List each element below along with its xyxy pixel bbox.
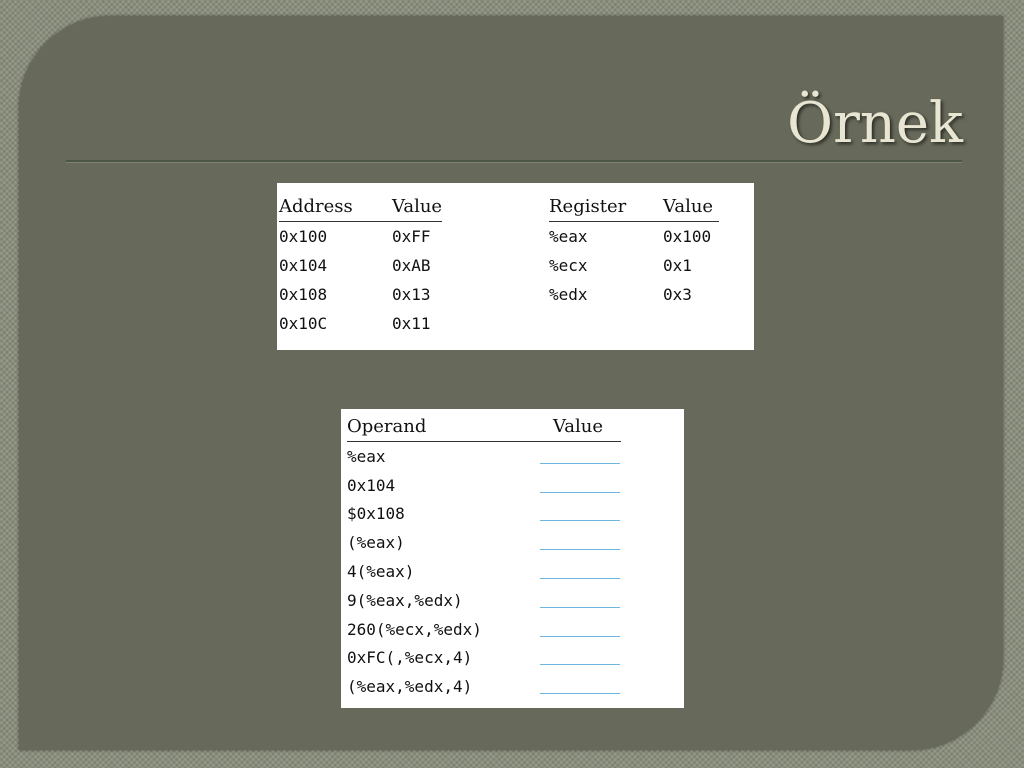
- operand-header-operand: Operand: [347, 411, 535, 442]
- memory-value-cell: 0x13: [392, 285, 431, 304]
- operand-cell: 0x104: [347, 475, 396, 495]
- memory-address-cell: 0x104: [279, 256, 328, 275]
- register-header-value: Value: [663, 191, 719, 222]
- operand-cell: 260(%ecx,%edx): [347, 619, 482, 639]
- operand-value-cell: [535, 615, 621, 644]
- table-row: $0x108: [347, 500, 621, 529]
- register-name-cell: %eax: [549, 227, 588, 246]
- operand-cell: 9(%eax,%edx): [347, 590, 463, 610]
- table-row: 0x10C 0x11: [279, 309, 442, 338]
- operand-panel: Operand Value %eax 0x104 $0x108 (%eax) 4…: [341, 409, 684, 708]
- memory-address-cell: 0x100: [279, 227, 328, 246]
- memory-address-cell: 0x108: [279, 285, 328, 304]
- answer-blank: [540, 664, 620, 666]
- table-row: 0x104: [347, 471, 621, 500]
- table-row: %eax: [347, 442, 621, 471]
- memory-table: Address Value 0x100 0xFF 0x104 0xAB 0x10…: [279, 191, 443, 338]
- register-value-cell: 0x1: [663, 256, 692, 275]
- register-table-header: Register Value: [549, 191, 719, 222]
- memory-value-cell: 0x11: [392, 314, 431, 333]
- title-divider: [66, 160, 962, 163]
- operand-header-value: Value: [535, 411, 621, 442]
- table-row: 260(%ecx,%edx): [347, 615, 621, 644]
- answer-blank: [540, 549, 620, 551]
- operand-cell: (%eax,%edx,4): [347, 677, 473, 697]
- table-row: 4(%eax): [347, 557, 621, 586]
- table-row: 0xFC(,%ecx,4): [347, 644, 621, 673]
- register-header-register: Register: [549, 191, 663, 222]
- memory-value-cell: 0xAB: [392, 256, 431, 275]
- memory-header-value: Value: [392, 191, 443, 222]
- operand-value-cell: [535, 586, 621, 615]
- operand-value-cell: [535, 528, 621, 557]
- operand-cell: %eax: [347, 446, 386, 466]
- operand-value-cell: [535, 644, 621, 673]
- answer-blank: [540, 635, 620, 637]
- operand-value-cell: [535, 500, 621, 529]
- memory-address-cell: 0x10C: [279, 314, 328, 333]
- memory-header-address: Address: [279, 191, 392, 222]
- table-row: 9(%eax,%edx): [347, 586, 621, 615]
- table-row: 0x100 0xFF: [279, 222, 442, 252]
- operand-value-cell: [535, 471, 621, 500]
- operand-table-header: Operand Value: [347, 411, 621, 442]
- operand-cell: 0xFC(,%ecx,4): [347, 648, 473, 668]
- operand-cell: (%eax): [347, 533, 405, 553]
- answer-blank: [540, 606, 620, 608]
- table-row: 0x104 0xAB: [279, 251, 442, 280]
- answer-blank: [540, 462, 620, 464]
- memory-table-header: Address Value: [279, 191, 443, 222]
- answer-blank: [540, 693, 620, 695]
- operand-cell: 4(%eax): [347, 562, 415, 582]
- operand-cell: $0x108: [347, 504, 405, 524]
- register-name-cell: %ecx: [549, 256, 588, 275]
- memory-register-panel: Address Value 0x100 0xFF 0x104 0xAB 0x10…: [277, 183, 754, 350]
- slide-title: Örnek: [787, 91, 963, 156]
- table-row: %eax 0x100: [549, 222, 719, 252]
- slide: Örnek Address Value 0x100 0xFF 0x104 0xA…: [19, 16, 1003, 750]
- memory-value-cell: 0xFF: [392, 227, 431, 246]
- register-table: Register Value %eax 0x100 %ecx 0x1 %edx …: [549, 191, 719, 309]
- operand-table: Operand Value %eax 0x104 $0x108 (%eax) 4…: [347, 411, 621, 701]
- operand-value-cell: [535, 557, 621, 586]
- table-row: (%eax,%edx,4): [347, 672, 621, 701]
- answer-blank: [540, 578, 620, 580]
- table-row: %ecx 0x1: [549, 251, 719, 280]
- register-name-cell: %edx: [549, 285, 588, 304]
- operand-value-cell: [535, 672, 621, 701]
- operand-value-cell: [535, 442, 621, 471]
- table-row: %edx 0x3: [549, 280, 719, 309]
- register-value-cell: 0x100: [663, 227, 712, 246]
- answer-blank: [540, 491, 620, 493]
- answer-blank: [540, 520, 620, 522]
- register-value-cell: 0x3: [663, 285, 692, 304]
- table-row: 0x108 0x13: [279, 280, 442, 309]
- table-row: (%eax): [347, 528, 621, 557]
